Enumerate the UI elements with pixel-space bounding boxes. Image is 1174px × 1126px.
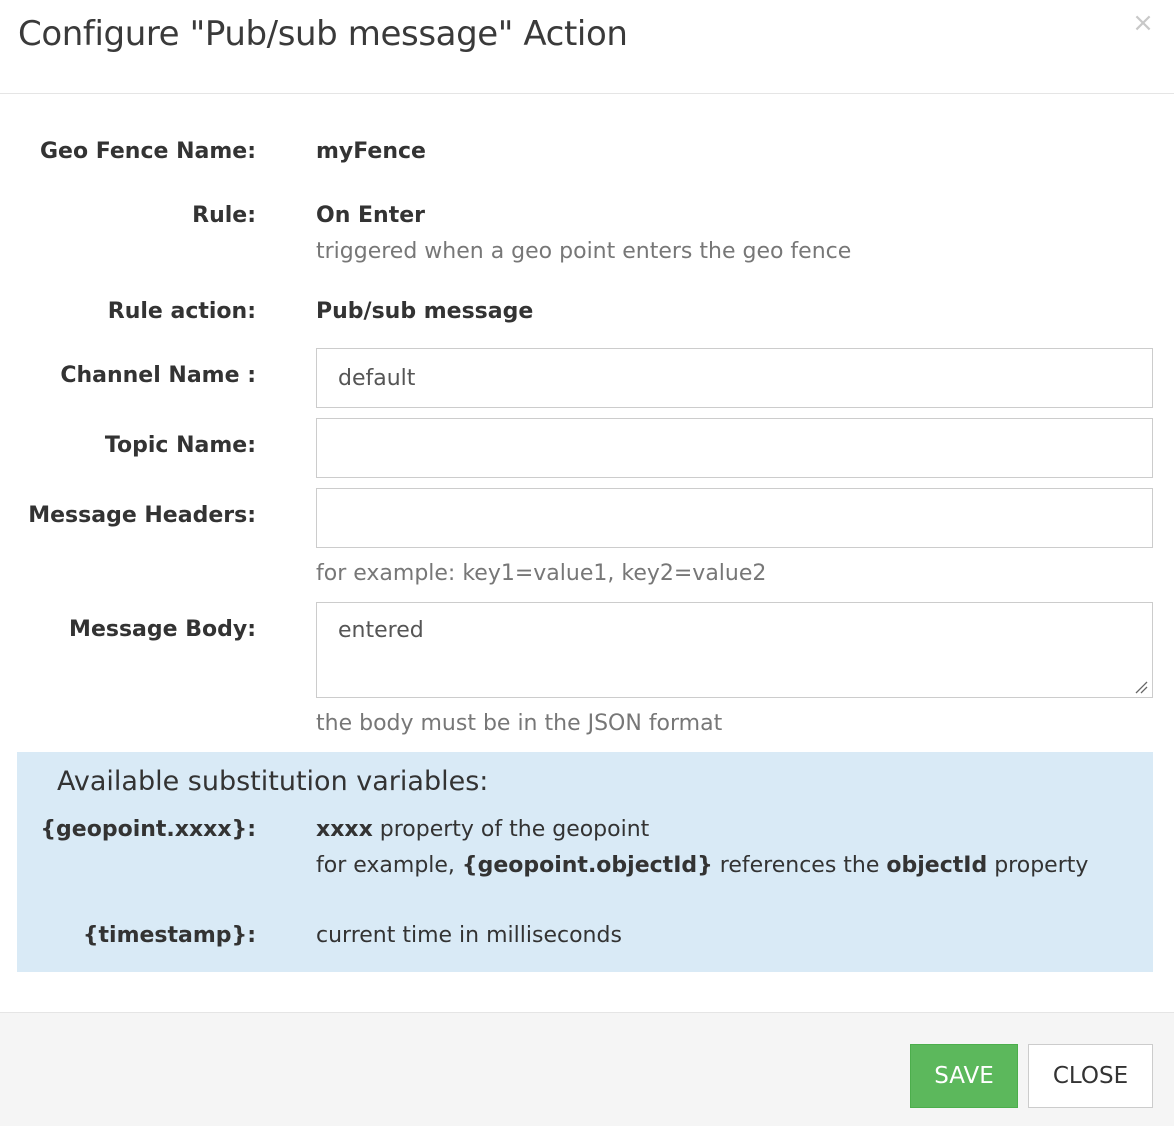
geopoint-variable-label: {geopoint.xxxx}: bbox=[40, 817, 256, 842]
example-prefix: for example, bbox=[316, 853, 462, 878]
example-variable: {geopoint.objectId} bbox=[461, 853, 713, 878]
message-headers-label: Message Headers: bbox=[28, 503, 256, 528]
geo-fence-name-label: Geo Fence Name: bbox=[40, 139, 256, 164]
substitution-variables-title: Available substitution variables: bbox=[57, 766, 489, 797]
dialog-header: Configure "Pub/sub message" Action × bbox=[0, 0, 1174, 94]
close-button[interactable]: CLOSE bbox=[1028, 1044, 1153, 1108]
resize-handle-icon[interactable] bbox=[1134, 680, 1148, 694]
example-suffix: property bbox=[987, 853, 1089, 878]
example-property: objectId bbox=[886, 853, 988, 878]
dialog-title: Configure "Pub/sub message" Action bbox=[18, 14, 628, 54]
rule-value: On Enter bbox=[316, 203, 426, 228]
geopoint-variable-example: for example, {geopoint.objectId} referen… bbox=[316, 853, 1088, 878]
geopoint-xxxx-term: xxxx bbox=[316, 817, 373, 842]
geopoint-description-text: property of the geopoint bbox=[372, 817, 650, 842]
rule-description: triggered when a geo point enters the ge… bbox=[316, 239, 852, 264]
geopoint-variable-description: xxxx property of the geopoint bbox=[316, 817, 649, 842]
timestamp-variable-label: {timestamp}: bbox=[82, 923, 256, 948]
save-button[interactable]: SAVE bbox=[910, 1044, 1018, 1108]
channel-name-label: Channel Name : bbox=[60, 363, 256, 388]
topic-name-label: Topic Name: bbox=[104, 433, 256, 458]
geo-fence-name-value: myFence bbox=[316, 139, 426, 164]
topic-name-input[interactable] bbox=[316, 418, 1153, 478]
message-body-help: the body must be in the JSON format bbox=[316, 711, 723, 736]
message-headers-help: for example: key1=value1, key2=value2 bbox=[316, 561, 767, 586]
configure-action-dialog: Configure "Pub/sub message" Action × Geo… bbox=[0, 0, 1174, 1126]
close-icon[interactable]: × bbox=[1130, 10, 1156, 36]
message-body-textarea[interactable]: entered bbox=[316, 602, 1153, 698]
message-headers-input[interactable] bbox=[316, 488, 1153, 548]
example-middle: references the bbox=[712, 853, 887, 878]
rule-action-value: Pub/sub message bbox=[316, 299, 534, 324]
channel-name-input[interactable] bbox=[316, 348, 1153, 408]
rule-label: Rule: bbox=[192, 203, 256, 228]
rule-action-label: Rule action: bbox=[107, 299, 256, 324]
timestamp-variable-description: current time in milliseconds bbox=[316, 923, 622, 948]
message-body-label: Message Body: bbox=[69, 617, 256, 642]
